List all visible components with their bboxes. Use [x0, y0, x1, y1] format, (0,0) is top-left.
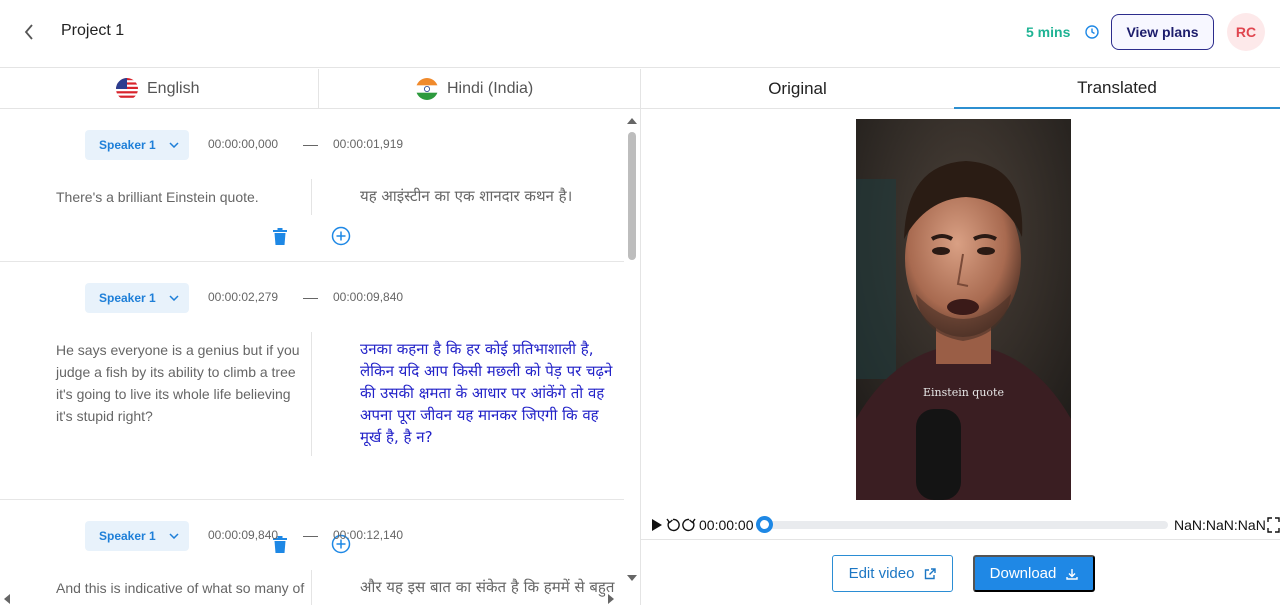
transcript-segment: Speaker 1 00:00:09,840 00:00:12,140 And … — [0, 500, 624, 605]
start-timestamp[interactable]: 00:00:09,840 — [208, 528, 278, 542]
timestamp-dash — [303, 298, 318, 299]
transcript-panel: English Hindi (India) Speaker 1 00:00:00… — [0, 69, 641, 605]
tab-translated[interactable]: Translated — [954, 69, 1280, 109]
download-label: Download — [989, 565, 1057, 582]
source-language-label: English — [147, 80, 200, 97]
fullscreen-icon[interactable] — [1267, 517, 1280, 533]
target-language: Hindi (India) — [416, 69, 533, 109]
tab-original[interactable]: Original — [641, 69, 954, 109]
video-frame — [856, 119, 1071, 500]
speaker-dropdown[interactable]: Speaker 1 — [85, 283, 189, 313]
vertical-scrollbar[interactable] — [626, 110, 640, 605]
timestamp-dash — [303, 145, 318, 146]
add-segment-icon[interactable] — [331, 226, 351, 246]
us-flag-icon — [116, 78, 138, 100]
scroll-left-icon[interactable] — [2, 593, 12, 605]
speaker-dropdown[interactable]: Speaker 1 — [85, 130, 189, 160]
language-divider — [318, 69, 319, 109]
video-caption: Einstein quote — [923, 386, 1004, 399]
scroll-down-icon[interactable] — [626, 573, 638, 583]
rewind-icon[interactable] — [665, 517, 681, 533]
minutes-remaining: 5 mins — [1026, 24, 1071, 40]
view-plans-button[interactable]: View plans — [1111, 14, 1214, 50]
end-timestamp[interactable]: 00:00:01,919 — [333, 137, 403, 151]
download-button[interactable]: Download — [973, 555, 1095, 592]
timestamp-dash — [303, 536, 318, 537]
end-timestamp[interactable]: 00:00:09,840 — [333, 290, 403, 304]
end-timestamp[interactable]: 00:00:12,140 — [333, 528, 403, 542]
translated-text[interactable]: यह आइंस्टीन का एक शानदार कथन है। — [360, 185, 618, 207]
download-icon — [1066, 568, 1079, 580]
preview-panel: Original Translated Einstein quote 00:00… — [641, 69, 1280, 605]
india-flag-icon — [416, 78, 438, 100]
player-divider — [641, 539, 1280, 540]
start-timestamp[interactable]: 00:00:02,279 — [208, 290, 278, 304]
source-text[interactable]: He says everyone is a genius but if you … — [56, 339, 306, 427]
transcript-segment: Speaker 1 00:00:02,279 00:00:09,840 He s… — [0, 262, 624, 554]
video-preview[interactable]: Einstein quote — [856, 119, 1071, 500]
project-title: Project 1 — [61, 22, 125, 39]
start-timestamp[interactable]: 00:00:00,000 — [208, 137, 278, 151]
seek-bar[interactable] — [758, 521, 1168, 529]
scroll-up-icon[interactable] — [626, 116, 638, 126]
external-link-icon — [925, 567, 937, 579]
segment-divider — [311, 179, 312, 215]
chevron-down-icon — [169, 142, 179, 148]
video-player-controls: 00:00:00 NaN:NaN:NaN — [649, 515, 1280, 535]
trash-icon[interactable] — [273, 228, 287, 245]
back-button[interactable] — [18, 20, 40, 44]
play-icon[interactable] — [651, 518, 663, 532]
speaker-label: Speaker 1 — [99, 291, 156, 305]
source-language: English — [116, 69, 199, 109]
speaker-label: Speaker 1 — [99, 138, 156, 152]
scrollbar-thumb[interactable] — [628, 132, 636, 260]
speaker-dropdown[interactable]: Speaker 1 — [85, 521, 189, 551]
horizontal-scrollbar[interactable] — [0, 591, 626, 605]
segment-divider — [311, 332, 312, 456]
transcript-segment: Speaker 1 00:00:00,000 00:00:01,919 Ther… — [0, 109, 624, 262]
edit-video-button[interactable]: Edit video — [832, 555, 953, 592]
current-time: 00:00:00 — [699, 517, 754, 533]
translated-text[interactable]: उनका कहना है कि हर कोई प्रतिभाशाली है, ल… — [360, 338, 618, 448]
clock-icon — [1085, 25, 1099, 39]
top-header: Project 1 5 mins View plans RC — [0, 0, 1280, 68]
scroll-right-icon[interactable] — [606, 593, 616, 605]
user-avatar[interactable]: RC — [1227, 13, 1265, 51]
target-language-label: Hindi (India) — [447, 80, 534, 97]
forward-icon[interactable] — [681, 517, 697, 533]
language-bar: English Hindi (India) — [0, 69, 640, 109]
chevron-down-icon — [169, 533, 179, 539]
chevron-left-icon — [24, 24, 33, 40]
speaker-label: Speaker 1 — [99, 529, 156, 543]
chevron-down-icon — [169, 295, 179, 301]
edit-video-label: Edit video — [848, 565, 915, 582]
duration-time: NaN:NaN:NaN — [1174, 517, 1266, 533]
source-text[interactable]: There's a brilliant Einstein quote. — [56, 186, 306, 208]
seek-handle[interactable] — [756, 516, 773, 533]
